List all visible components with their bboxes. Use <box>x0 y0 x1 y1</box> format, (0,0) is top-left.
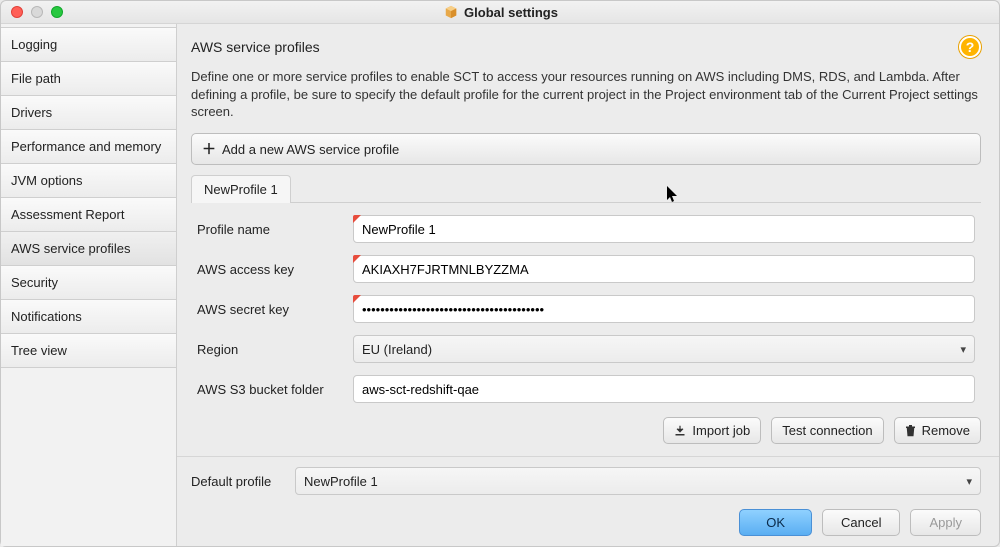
sidebar-item-label: AWS service profiles <box>11 241 130 256</box>
trash-icon <box>905 425 916 437</box>
sidebar-item-tree-view[interactable]: Tree view <box>1 333 176 368</box>
default-profile-label: Default profile <box>191 474 285 489</box>
sidebar-item-label: Notifications <box>11 309 82 324</box>
chevron-down-icon: ▾ <box>960 343 966 356</box>
main: AWS service profiles ? Define one or mor… <box>177 24 999 546</box>
sidebar-item-label: Logging <box>11 37 57 52</box>
sidebar-item-logging[interactable]: Logging <box>1 27 176 62</box>
test-connection-label: Test connection <box>782 423 872 438</box>
apply-label: Apply <box>929 515 962 530</box>
secret-key-field[interactable] <box>353 295 975 323</box>
heading-row: AWS service profiles ? <box>191 36 981 58</box>
region-value: EU (Ireland) <box>362 342 432 357</box>
ok-button[interactable]: OK <box>739 509 812 536</box>
test-connection-button[interactable]: Test connection <box>771 417 883 444</box>
remove-button[interactable]: Remove <box>894 417 981 444</box>
sidebar-item-aws-service-profiles[interactable]: AWS service profiles <box>1 231 176 266</box>
region-label: Region <box>197 342 347 357</box>
profile-name-field[interactable] <box>353 215 975 243</box>
sidebar-item-drivers[interactable]: Drivers <box>1 95 176 130</box>
cancel-label: Cancel <box>841 515 881 530</box>
sidebar: Logging File path Drivers Performance an… <box>1 24 177 546</box>
tab-label: NewProfile 1 <box>204 182 278 197</box>
sidebar-item-file-path[interactable]: File path <box>1 61 176 96</box>
apply-button[interactable]: Apply <box>910 509 981 536</box>
zoom-icon[interactable] <box>51 6 63 18</box>
access-key-field[interactable] <box>353 255 975 283</box>
chevron-down-icon: ▾ <box>966 475 972 488</box>
close-icon[interactable] <box>11 6 23 18</box>
window: Global settings Logging File path Driver… <box>0 0 1000 547</box>
separator <box>177 456 999 457</box>
import-job-label: Import job <box>692 423 750 438</box>
secret-key-label: AWS secret key <box>197 302 347 317</box>
body: Logging File path Drivers Performance an… <box>1 24 999 546</box>
sidebar-item-label: Assessment Report <box>11 207 124 222</box>
import-icon <box>674 425 686 437</box>
region-select[interactable]: EU (Ireland) ▾ <box>353 335 975 363</box>
package-icon <box>444 5 458 19</box>
add-profile-label: Add a new AWS service profile <box>222 142 399 157</box>
sidebar-item-label: Tree view <box>11 343 67 358</box>
window-title-text: Global settings <box>464 5 558 20</box>
sidebar-item-label: Security <box>11 275 58 290</box>
import-job-button[interactable]: Import job <box>663 417 761 444</box>
window-controls <box>11 6 63 18</box>
sidebar-item-security[interactable]: Security <box>1 265 176 300</box>
s3-folder-field[interactable] <box>353 375 975 403</box>
default-profile-value: NewProfile 1 <box>304 474 378 489</box>
sidebar-item-label: Drivers <box>11 105 52 120</box>
sidebar-item-label: JVM options <box>11 173 83 188</box>
page-title: AWS service profiles <box>191 39 320 55</box>
minimize-icon[interactable] <box>31 6 43 18</box>
tabs: NewProfile 1 <box>191 175 981 203</box>
remove-label: Remove <box>922 423 970 438</box>
titlebar: Global settings <box>1 1 999 24</box>
add-profile-button[interactable]: ＋ Add a new AWS service profile <box>191 133 981 165</box>
description: Define one or more service profiles to e… <box>191 68 981 121</box>
access-key-label: AWS access key <box>197 262 347 277</box>
sidebar-item-performance[interactable]: Performance and memory <box>1 129 176 164</box>
cancel-button[interactable]: Cancel <box>822 509 900 536</box>
help-icon[interactable]: ? <box>959 36 981 58</box>
profile-name-label: Profile name <box>197 222 347 237</box>
sidebar-item-notifications[interactable]: Notifications <box>1 299 176 334</box>
sidebar-item-assessment-report[interactable]: Assessment Report <box>1 197 176 232</box>
profile-actions: Import job Test connection Remove <box>191 417 981 444</box>
default-profile-select[interactable]: NewProfile 1 ▾ <box>295 467 981 495</box>
plus-icon: ＋ <box>202 139 216 159</box>
ok-label: OK <box>766 515 785 530</box>
sidebar-item-jvm-options[interactable]: JVM options <box>1 163 176 198</box>
s3-folder-label: AWS S3 bucket folder <box>197 382 347 397</box>
profile-form: Profile name AWS access key AWS secret k… <box>191 203 981 411</box>
tab-newprofile-1[interactable]: NewProfile 1 <box>191 175 291 203</box>
default-profile-row: Default profile NewProfile 1 ▾ <box>191 467 981 495</box>
dialog-footer: OK Cancel Apply <box>191 495 981 536</box>
sidebar-item-label: Performance and memory <box>11 139 161 154</box>
sidebar-item-label: File path <box>11 71 61 86</box>
window-title: Global settings <box>73 5 929 20</box>
